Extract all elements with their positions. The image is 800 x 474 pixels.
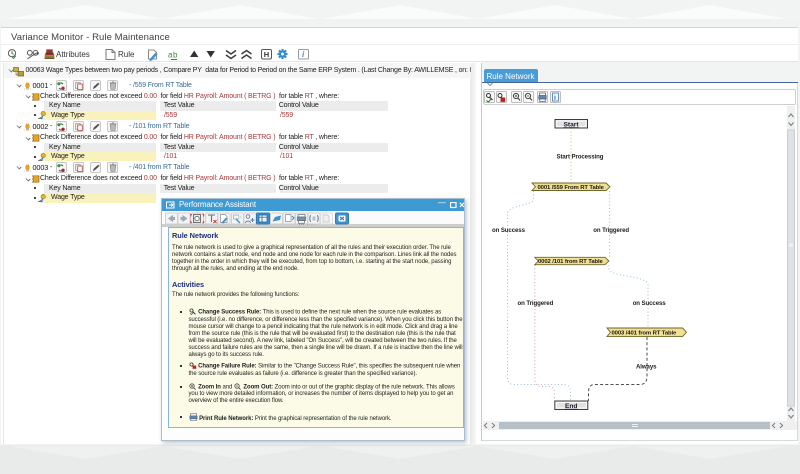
svg-text:Start Processing: Start Processing	[557, 154, 604, 161]
svg-text:on Triggered: on Triggered	[593, 227, 629, 234]
svg-text:0002 /101 from RT Table: 0002 /101 from RT Table	[538, 259, 604, 265]
svg-text:Always: Always	[636, 364, 657, 371]
svg-text:b: b	[173, 51, 178, 60]
svg-text:on Success: on Success	[633, 300, 667, 307]
svg-text:H: H	[264, 50, 269, 59]
svg-text:0001 /559 From RT Table: 0001 /559 From RT Table	[538, 185, 605, 191]
svg-text:End: End	[565, 403, 577, 410]
svg-text:i: i	[554, 95, 556, 102]
svg-text:on Triggered: on Triggered	[518, 300, 554, 307]
svg-text:on Success: on Success	[492, 227, 526, 234]
svg-text:0003 /401 from RT Table: 0003 /401 from RT Table	[612, 331, 678, 337]
svg-text:Start: Start	[564, 121, 580, 128]
